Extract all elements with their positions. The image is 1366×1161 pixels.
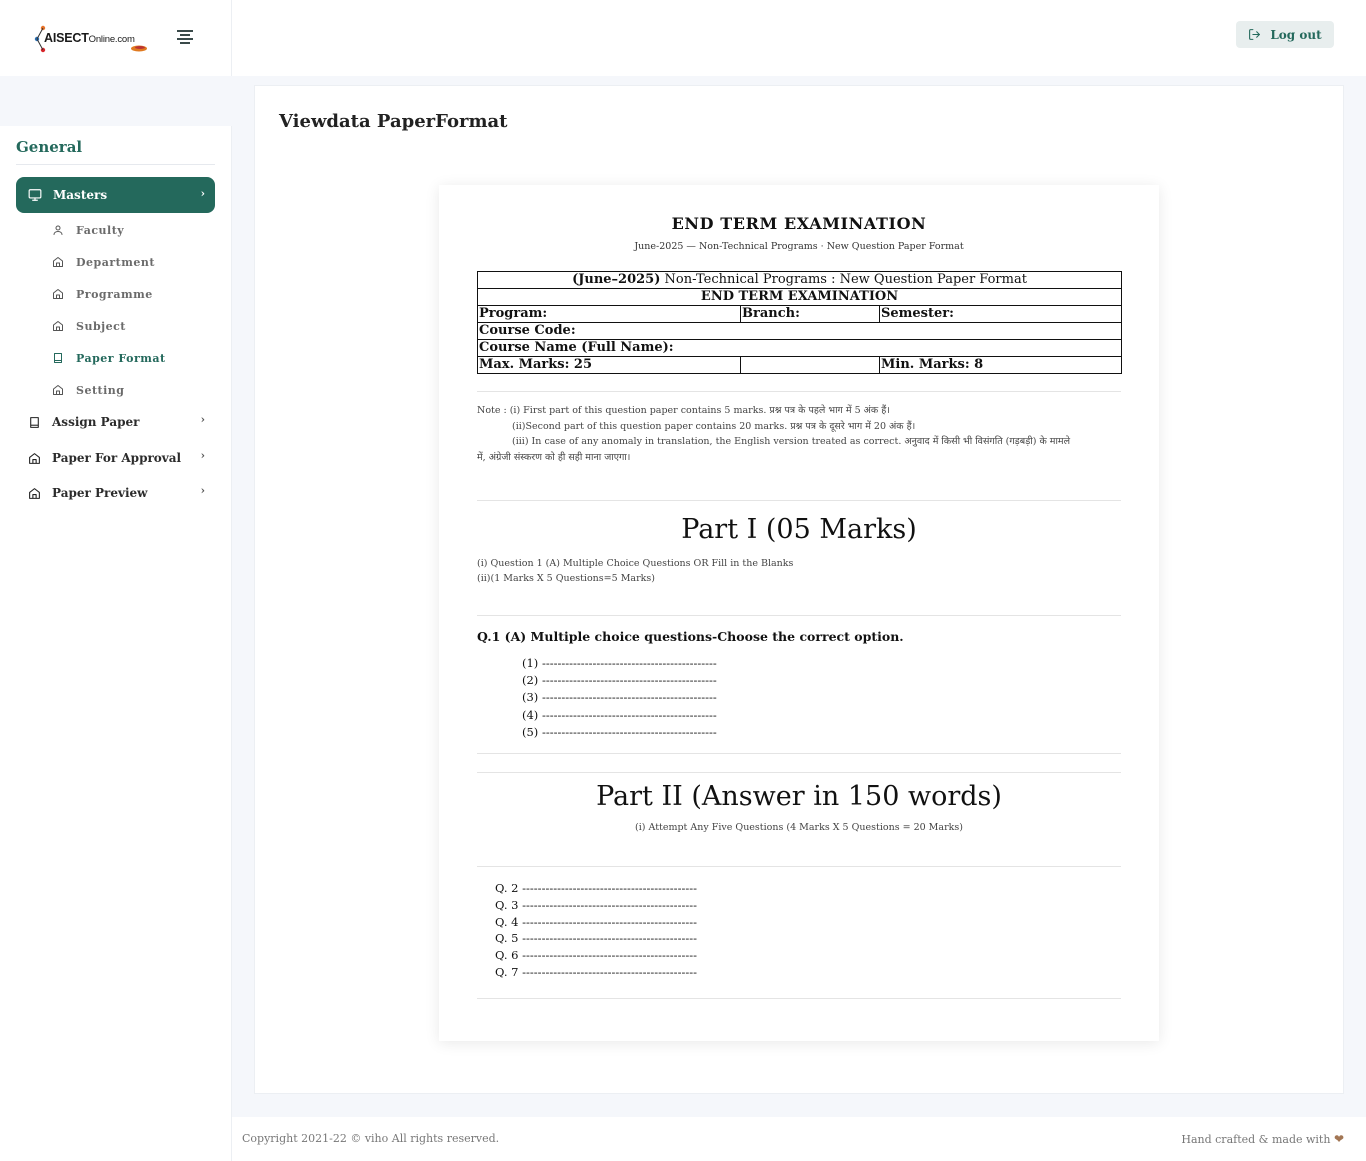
sidebar-subitem-paper-format[interactable]: Paper Format — [52, 348, 166, 368]
sidebar-item-label: Paper For Approval — [52, 451, 182, 465]
heart-icon: ❤ — [1333, 1132, 1344, 1146]
sidebar-subitem-faculty[interactable]: Faculty — [52, 220, 124, 240]
paper-heading: END TERM EXAMINATION — [671, 214, 927, 233]
logout-label: Log out — [1270, 27, 1322, 42]
book-icon — [54, 353, 62, 363]
paper-preview: END TERM EXAMINATION June-2025 — Non-Tec… — [439, 185, 1159, 1041]
sidebar-item-paper-preview[interactable]: Paper Preview › — [28, 482, 215, 504]
top-header: AISECTOnline.com Log out — [0, 0, 1366, 76]
option-item: (2) ------------------------------------… — [522, 673, 717, 688]
option-item: (3) ------------------------------------… — [522, 690, 717, 705]
option-item: (4) ------------------------------------… — [522, 707, 717, 722]
table-title-cell: (June–2025) Non-Technical Programs : New… — [476, 271, 1123, 289]
question-item: Q. 3 -----------------------------------… — [495, 897, 697, 912]
page-title: Viewdata PaperFormat — [279, 111, 508, 132]
logo-swoosh-icon — [131, 45, 147, 52]
sidebar-subitem-programme[interactable]: Programme — [52, 284, 153, 304]
logo-text: AISECTOnline.com — [44, 31, 135, 45]
option-item: (5) ------------------------------------… — [522, 724, 717, 739]
logout-icon — [1249, 29, 1261, 40]
sidebar-item-assign-paper[interactable]: Assign Paper › — [28, 411, 215, 433]
empty-cell — [740, 356, 880, 374]
course-code-cell: Course Code: — [476, 322, 1123, 340]
chevron-right-icon: › — [200, 484, 205, 497]
question-item: Q. 7 -----------------------------------… — [495, 964, 697, 979]
sidebar-section-title: General — [16, 138, 83, 156]
option-item: (1) ------------------------------------… — [522, 656, 717, 670]
divider — [477, 772, 1121, 773]
footer: Copyright 2021-22 © viho All rights rese… — [232, 1117, 1366, 1161]
sidebar-item-label: Paper Preview — [52, 486, 148, 500]
chevron-right-icon: › — [200, 187, 205, 200]
max-marks-cell: Max. Marks: 25 — [477, 356, 741, 374]
question-item: Q. 6 -----------------------------------… — [495, 948, 697, 963]
chevron-right-icon: › — [200, 449, 205, 462]
home-icon — [53, 289, 63, 299]
home-icon — [53, 385, 63, 395]
part1-title: Part I (05 Marks) — [681, 514, 917, 545]
note-line: में, अंग्रेजी संस्करण को ही सही माना जाए… — [477, 451, 631, 463]
sidebar: General Masters › Faculty Department Pro… — [0, 126, 232, 1161]
sidebar-subitem-subject[interactable]: Subject — [52, 316, 126, 336]
question-item: Q. 4 -----------------------------------… — [495, 914, 697, 929]
hamburger-icon[interactable] — [177, 30, 193, 44]
min-marks-cell: Min. Marks: 8 — [878, 356, 1123, 374]
sidebar-item-label: Assign Paper — [52, 415, 140, 429]
sidebar-subitem-label: Setting — [76, 383, 125, 397]
logo[interactable]: AISECTOnline.com — [30, 20, 150, 58]
note-line: Note : (i) First part of this question p… — [477, 405, 890, 416]
branch-cell: Branch: — [740, 305, 880, 323]
home-icon — [29, 452, 40, 464]
question-heading: Q.1 (A) Multiple choice questions-Choose… — [477, 629, 904, 644]
program-cell: Program: — [477, 305, 741, 323]
table-exam-cell: END TERM EXAMINATION — [476, 288, 1123, 306]
sidebar-item-masters[interactable]: Masters › — [16, 177, 215, 213]
sidebar-subitem-department[interactable]: Department — [52, 252, 155, 272]
chevron-right-icon: › — [200, 413, 205, 426]
made-with-text: Hand crafted & made with — [1181, 1133, 1331, 1146]
divider — [477, 615, 1121, 616]
exam-header-table: (June–2025) Non-Technical Programs : New… — [476, 271, 1123, 374]
logout-button[interactable]: Log out — [1236, 21, 1334, 48]
sidebar-item-paper-for-approval[interactable]: Paper For Approval › — [28, 447, 215, 469]
divider — [477, 500, 1121, 501]
footer-made-with: Hand crafted & made with ❤ — [1181, 1132, 1344, 1146]
part2-desc: (i) Attempt Any Five Questions (4 Marks … — [635, 822, 963, 833]
sidebar-subitem-label: Paper Format — [76, 351, 166, 365]
divider — [477, 391, 1121, 392]
semester-cell: Semester: — [878, 305, 1123, 323]
footer-copyright: Copyright 2021-22 © viho All rights rese… — [242, 1132, 500, 1145]
user-icon — [53, 225, 63, 235]
monitor-icon — [28, 189, 42, 201]
divider — [477, 998, 1121, 999]
home-icon — [29, 487, 40, 499]
part1-desc: (i) Question 1 (A) Multiple Choice Quest… — [477, 558, 794, 569]
part2-title: Part II (Answer in 150 words) — [596, 781, 1002, 812]
divider — [477, 753, 1121, 754]
sidebar-divider — [16, 164, 215, 165]
home-icon — [53, 321, 63, 331]
question-item: Q. 5 -----------------------------------… — [495, 931, 697, 946]
part1-desc: (ii)(1 Marks X 5 Questions=5 Marks) — [477, 573, 655, 584]
sidebar-subitem-setting[interactable]: Setting — [52, 380, 124, 400]
course-name-cell: Course Name (Full Name): — [476, 339, 1123, 357]
note-line: (ii)Second part of this question paper c… — [512, 420, 916, 432]
option-list: (1) ------------------------------------… — [522, 655, 717, 741]
sidebar-item-label: Masters — [53, 188, 108, 202]
home-icon — [53, 257, 63, 267]
sidebar-subitem-label: Faculty — [76, 223, 125, 237]
note-line: (iii) In case of any anomaly in translat… — [512, 436, 1071, 448]
logo-area: AISECTOnline.com — [0, 0, 232, 76]
sidebar-subitem-label: Subject — [76, 319, 126, 333]
sidebar-subitem-label: Programme — [76, 287, 153, 301]
question-list: Q. 2 -----------------------------------… — [495, 880, 697, 981]
divider — [477, 866, 1121, 867]
book-icon — [30, 416, 39, 428]
paper-note: Note : (i) First part of this question p… — [477, 403, 1121, 465]
paper-subheading: June-2025 — Non-Technical Programs · New… — [634, 241, 964, 252]
sidebar-subitem-label: Department — [76, 255, 155, 269]
question-item: Q. 2 -----------------------------------… — [495, 881, 697, 895]
